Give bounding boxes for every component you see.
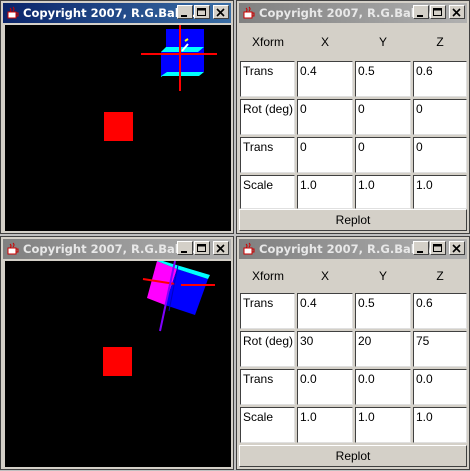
trans1-z-field[interactable]: 0.6 [413,61,467,97]
trans2-y-field[interactable]: 0.0 [355,369,411,405]
row-label-field[interactable]: Scale [240,175,295,209]
scale-x-field[interactable]: 1.0 [297,407,353,443]
rot-y-field[interactable]: 20 [355,331,411,367]
close-icon [216,8,225,17]
scale-y-field[interactable]: 1.0 [355,175,411,209]
replot-button[interactable]: Replot [239,445,467,467]
rot-x-field[interactable]: 0 [297,99,353,135]
java-coffee-icon [242,6,256,20]
rot-z-field[interactable]: 0 [413,99,467,135]
java-coffee-icon [242,242,256,256]
header-x: X [320,35,329,49]
close-button[interactable] [449,241,465,255]
window-title: Copyright 2007, R.G.Bald... [23,242,201,256]
minimize-icon [181,251,187,253]
trans1-y-field[interactable]: 0.5 [355,293,411,329]
trans1-y-field[interactable]: 0.5 [355,61,411,97]
render-window-bottom: Copyright 2007, R.G.Bald... [0,236,234,470]
minimize-icon [417,251,423,253]
java-coffee-icon [6,242,20,256]
row-label-field[interactable]: Rot (deg) [240,331,295,367]
rot-y-field[interactable]: 0 [355,99,411,135]
header-z: Z [436,35,444,49]
title-bar[interactable]: Copyright 2007, R.G.Bald... [3,239,231,259]
close-button[interactable] [449,5,465,19]
maximize-button[interactable] [430,241,446,255]
maximize-icon [433,8,442,16]
maximize-button[interactable] [430,5,446,19]
trans2-z-field[interactable]: 0.0 [413,369,467,405]
header-xform: Xform [251,35,284,49]
form-window-top: Copyright 2007, R.G.Baldwin Xform X Y Z … [236,0,470,234]
minimize-button[interactable] [177,5,193,19]
row-label-field[interactable]: Trans [240,137,295,173]
row-label-field[interactable]: Trans [240,369,295,405]
close-icon [216,244,225,253]
origin-square [104,112,133,141]
trans1-x-field[interactable]: 0.4 [297,293,353,329]
scale-z-field[interactable]: 1.0 [413,175,467,209]
window-title: Copyright 2007, R.G.Bald... [23,6,201,20]
header-z: Z [436,269,444,283]
xform-table: Xform X Y Z Trans 0.4 0.5 0.6 Rot (deg) … [237,261,470,445]
rot-z-field[interactable]: 75 [413,331,467,367]
scene-graphic [104,25,217,141]
maximize-icon [433,244,442,252]
header-x: X [320,269,329,283]
trans1-z-field[interactable]: 0.6 [413,293,467,329]
xform-table: Xform X Y Z Trans 0.4 0.5 0.6 Rot (deg) … [237,25,470,209]
trans2-x-field[interactable]: 0 [297,137,353,173]
trans2-y-field[interactable]: 0 [355,137,411,173]
close-icon [452,244,461,253]
row-label-field[interactable]: Trans [240,61,295,97]
render-canvas[interactable] [5,25,231,231]
form-window-bottom: Copyright 2007, R.G.Baldwin Xform X Y Z … [236,236,470,470]
origin-square [103,347,132,376]
header-y: Y [378,35,387,49]
row-label-field[interactable]: Rot (deg) [240,99,295,135]
title-bar[interactable]: Copyright 2007, R.G.Baldwin [239,3,467,23]
maximize-icon [197,244,206,252]
maximize-icon [197,8,206,16]
row-label-field[interactable]: Scale [240,407,295,443]
scale-x-field[interactable]: 1.0 [297,175,353,209]
close-button[interactable] [213,241,229,255]
maximize-button[interactable] [194,5,210,19]
render-canvas[interactable] [5,260,231,467]
scale-z-field[interactable]: 1.0 [413,407,467,443]
trans1-x-field[interactable]: 0.4 [297,61,353,97]
maximize-button[interactable] [194,241,210,255]
rot-x-field[interactable]: 30 [297,331,353,367]
minimize-icon [181,15,187,17]
scene-graphic [103,260,215,376]
scale-y-field[interactable]: 1.0 [355,407,411,443]
header-xform: Xform [251,269,284,283]
replot-button[interactable]: Replot [239,209,467,231]
rotated-cube-shape [142,260,215,332]
render-window-top: Copyright 2007, R.G.Bald... [0,0,234,234]
row-label-field[interactable]: Trans [240,293,295,329]
title-bar[interactable]: Copyright 2007, R.G.Baldwin [239,239,467,259]
minimize-button[interactable] [413,5,429,19]
title-bar[interactable]: Copyright 2007, R.G.Bald... [3,3,231,23]
cube-shape [141,25,217,91]
trans2-x-field[interactable]: 0.0 [297,369,353,405]
java-coffee-icon [6,6,20,20]
trans2-z-field[interactable]: 0 [413,137,467,173]
minimize-button[interactable] [177,241,193,255]
close-icon [452,8,461,17]
close-button[interactable] [213,5,229,19]
minimize-icon [417,15,423,17]
header-y: Y [378,269,387,283]
minimize-button[interactable] [413,241,429,255]
